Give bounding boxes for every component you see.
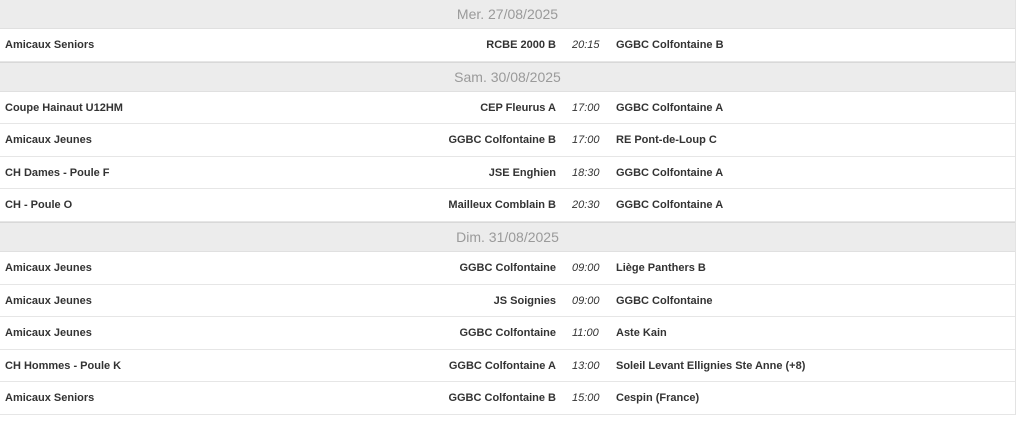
away-team: Liège Panthers B	[616, 261, 706, 274]
match-schedule: Mer. 27/08/2025 Amicaux Seniors RCBE 200…	[0, 0, 1016, 415]
away-team: Soleil Levant Ellignies Ste Anne (+8)	[616, 359, 806, 372]
match-row[interactable]: CH Hommes - Poule K GGBC Colfontaine A 1…	[0, 350, 1015, 383]
match-row[interactable]: Coupe Hainaut U12HM CEP Fleurus A 17:00 …	[0, 92, 1015, 125]
day-header: Dim. 31/08/2025	[0, 221, 1015, 252]
competition-label: Amicaux Seniors	[5, 392, 95, 405]
kickoff-time: 17:00	[572, 134, 600, 147]
home-team: CEP Fleurus A	[480, 101, 556, 114]
match-row[interactable]: Amicaux Jeunes GGBC Colfontaine 11:00 As…	[0, 317, 1015, 350]
kickoff-time: 17:00	[572, 101, 600, 114]
away-team: Aste Kain	[616, 327, 667, 340]
competition-label: CH - Poule O	[5, 199, 73, 212]
day-header: Mer. 27/08/2025	[0, 0, 1015, 29]
competition-label: CH Dames - Poule F	[5, 166, 110, 179]
competition-label: Amicaux Jeunes	[5, 134, 92, 147]
away-team: GGBC Colfontaine A	[616, 166, 724, 179]
competition-label: Amicaux Jeunes	[5, 327, 92, 340]
away-team: RE Pont-de-Loup C	[616, 134, 717, 147]
home-team: GGBC Colfontaine B	[448, 392, 556, 405]
day-header: Sam. 30/08/2025	[0, 61, 1015, 92]
kickoff-time: 20:15	[572, 39, 600, 51]
competition-label: Coupe Hainaut U12HM	[5, 101, 123, 114]
match-row[interactable]: Amicaux Seniors GGBC Colfontaine B 15:00…	[0, 382, 1015, 415]
kickoff-time: 20:30	[572, 199, 600, 212]
kickoff-time: 09:00	[572, 261, 600, 274]
home-team: GGBC Colfontaine	[459, 261, 556, 274]
kickoff-time: 11:00	[572, 327, 599, 340]
match-row[interactable]: Amicaux Jeunes JS Soignies 09:00 GGBC Co…	[0, 285, 1015, 318]
kickoff-time: 15:00	[572, 392, 600, 405]
home-team: JS Soignies	[493, 294, 556, 307]
match-row[interactable]: Amicaux Seniors RCBE 2000 B 20:15 GGBC C…	[0, 29, 1015, 62]
home-team: GGBC Colfontaine	[459, 327, 556, 340]
competition-label: Amicaux Seniors	[5, 39, 95, 51]
away-team: GGBC Colfontaine A	[616, 101, 724, 114]
kickoff-time: 09:00	[572, 294, 600, 307]
competition-label: Amicaux Jeunes	[5, 294, 92, 307]
match-row[interactable]: CH - Poule O Mailleux Comblain B 20:30 G…	[0, 189, 1015, 222]
away-team: Cespin (France)	[616, 392, 700, 405]
home-team: JSE Enghien	[488, 166, 556, 179]
kickoff-time: 18:30	[572, 166, 600, 179]
kickoff-time: 13:00	[572, 359, 600, 372]
match-row[interactable]: CH Dames - Poule F JSE Enghien 18:30 GGB…	[0, 157, 1015, 190]
home-team: RCBE 2000 B	[486, 39, 556, 51]
away-team: GGBC Colfontaine A	[616, 199, 724, 212]
home-team: GGBC Colfontaine B	[448, 134, 556, 147]
home-team: Mailleux Comblain B	[448, 199, 556, 212]
away-team: GGBC Colfontaine	[616, 294, 713, 307]
away-team: GGBC Colfontaine B	[616, 39, 724, 51]
competition-label: Amicaux Jeunes	[5, 261, 92, 274]
match-row[interactable]: Amicaux Jeunes GGBC Colfontaine 09:00 Li…	[0, 252, 1015, 285]
home-team: GGBC Colfontaine A	[448, 359, 556, 372]
match-row[interactable]: Amicaux Jeunes GGBC Colfontaine B 17:00 …	[0, 124, 1015, 157]
competition-label: CH Hommes - Poule K	[5, 359, 122, 372]
